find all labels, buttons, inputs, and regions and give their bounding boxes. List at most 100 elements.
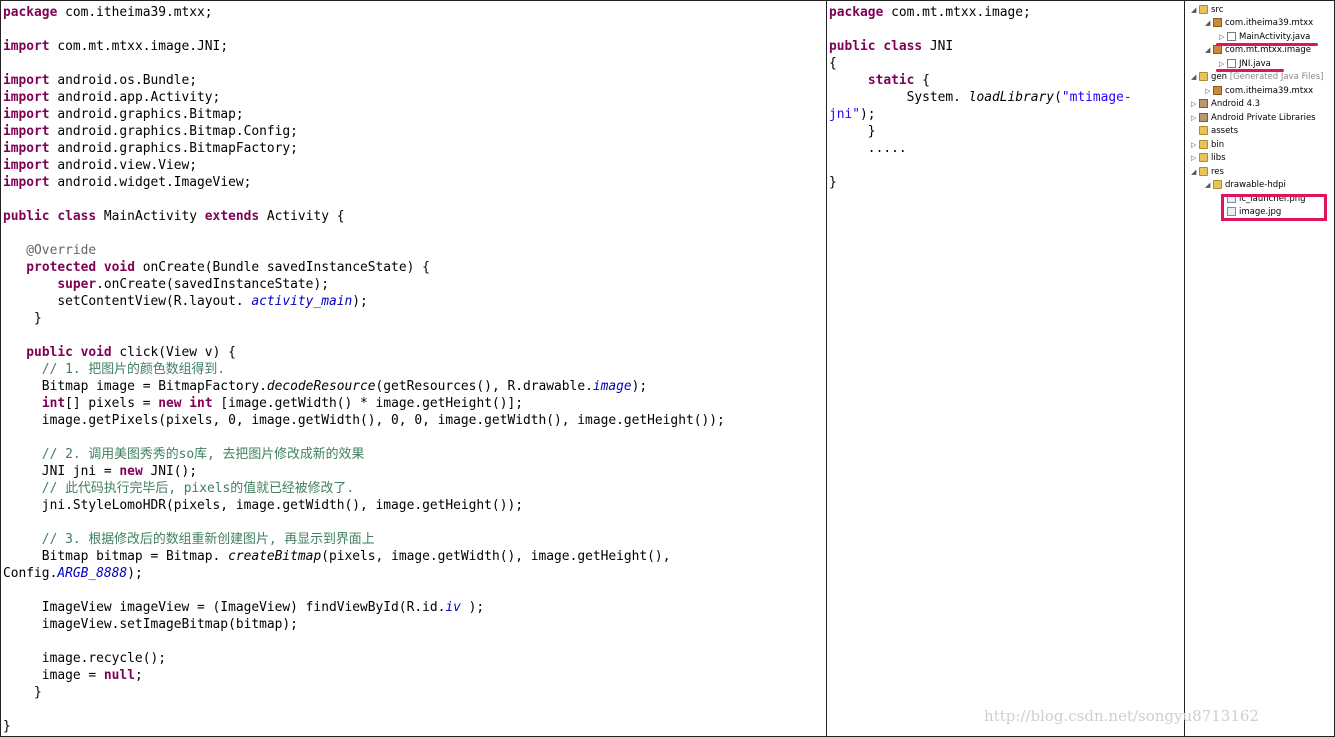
collapsed-arrow-icon[interactable]: ▷ bbox=[1191, 139, 1199, 152]
code-token: [] pixels = bbox=[65, 396, 159, 411]
code-token: android.app.Activity; bbox=[49, 90, 221, 105]
code-line: image.getPixels(pixels, 0, image.getWidt… bbox=[3, 412, 725, 429]
pkg-icon bbox=[1213, 45, 1222, 54]
code-line: image = null; bbox=[3, 667, 143, 684]
collapsed-arrow-icon[interactable]: ▷ bbox=[1191, 152, 1199, 165]
tree-item[interactable]: ▷ libs bbox=[1191, 152, 1226, 165]
code-token: ; bbox=[134, 668, 143, 683]
code-token: JNI(); bbox=[142, 464, 198, 479]
code-token: JNI jni = bbox=[3, 464, 120, 479]
code-token: @Override bbox=[3, 243, 97, 258]
tree-item[interactable]: assets bbox=[1191, 125, 1238, 138]
code-token: super bbox=[57, 277, 97, 292]
main-activity-editor[interactable]: package com.itheima39.mtxx; import com.mt… bbox=[0, 0, 827, 737]
code-line: import com.mt.mtxx.image.JNI; bbox=[3, 38, 228, 55]
code-token: MainActivity bbox=[96, 209, 205, 224]
tree-item[interactable]: ▷ Android 4.3 bbox=[1191, 98, 1260, 111]
code-line: // 3. 根据修改后的数组重新创建图片, 再显示到界面上 bbox=[3, 531, 375, 548]
code-token: import bbox=[3, 90, 50, 105]
code-line: System. loadLibrary("mtimage- bbox=[829, 89, 1132, 106]
collapsed-arrow-icon[interactable]: ▷ bbox=[1191, 98, 1199, 111]
code-token: android.graphics.Bitmap; bbox=[49, 107, 244, 122]
code-line: setContentView(R.layout. activity_main); bbox=[3, 293, 368, 310]
folder-icon bbox=[1199, 5, 1208, 14]
expanded-arrow-icon[interactable]: ◢ bbox=[1191, 166, 1199, 179]
code-token: int bbox=[41, 396, 66, 411]
code-line: jni"); bbox=[829, 106, 876, 123]
code-token: com.itheima39.mtxx; bbox=[57, 5, 213, 20]
code-token: // 3. 根据修改后的数组重新创建图片, 再显示到界面上 bbox=[3, 532, 375, 547]
code-token: } bbox=[3, 719, 11, 734]
expanded-arrow-icon[interactable]: ◢ bbox=[1205, 179, 1213, 192]
code-token: import bbox=[3, 175, 50, 190]
expanded-arrow-icon[interactable]: ◢ bbox=[1191, 4, 1199, 17]
code-line: ..... bbox=[829, 140, 907, 157]
code-line: jni.StyleLomoHDR(pixels, image.getWidth(… bbox=[3, 497, 523, 514]
code-token: ( bbox=[1054, 90, 1062, 105]
tree-item[interactable]: ▷ bin bbox=[1191, 139, 1224, 152]
tree-item[interactable]: ◢ res bbox=[1191, 166, 1224, 179]
expanded-arrow-icon[interactable]: ◢ bbox=[1205, 17, 1213, 30]
collapsed-arrow-icon[interactable]: ▷ bbox=[1205, 85, 1213, 98]
tree-item-label: Android Private Libraries bbox=[1211, 113, 1316, 123]
expanded-arrow-icon[interactable]: ◢ bbox=[1191, 71, 1199, 84]
tree-item-label: drawable-hdpi bbox=[1225, 180, 1286, 190]
code-token: import bbox=[3, 158, 50, 173]
tree-item[interactable]: ◢ drawable-hdpi bbox=[1205, 179, 1286, 192]
code-token: jni.StyleLomoHDR(pixels, image.getWidth(… bbox=[3, 498, 523, 513]
code-token: null bbox=[103, 668, 135, 683]
folder-icon bbox=[1199, 72, 1208, 81]
code-token: import bbox=[3, 124, 50, 139]
code-line: static { bbox=[829, 72, 930, 89]
tree-item-label: src bbox=[1211, 5, 1224, 15]
code-token: imageView.setImageBitmap(bitmap); bbox=[3, 617, 298, 632]
tree-item[interactable]: ◢ src bbox=[1191, 4, 1223, 17]
code-line: } bbox=[3, 718, 11, 735]
folder-icon bbox=[1213, 180, 1222, 189]
code-token: .onCreate(savedInstanceState); bbox=[96, 277, 329, 292]
tree-item[interactable]: ▷ com.itheima39.mtxx bbox=[1205, 85, 1313, 98]
package-explorer[interactable]: ◢ src ◢ com.itheima39.mtxx ▷ MainActivity.jav… bbox=[1184, 0, 1335, 737]
tree-item-label: com.mt.mtxx.image bbox=[1225, 45, 1312, 55]
code-token: createBitmap bbox=[228, 549, 322, 564]
expanded-arrow-icon[interactable]: ◢ bbox=[1205, 44, 1213, 57]
code-token: android.graphics.BitmapFactory; bbox=[49, 141, 298, 156]
code-token: iv bbox=[445, 600, 461, 615]
code-token: ); bbox=[352, 294, 368, 309]
java-icon bbox=[1227, 32, 1236, 41]
code-token: package bbox=[3, 5, 58, 20]
code-token: com.mt.mtxx.image.JNI; bbox=[49, 39, 229, 54]
code-token: image = bbox=[3, 668, 104, 683]
code-token: import bbox=[3, 141, 50, 156]
code-token: } bbox=[829, 124, 876, 139]
code-line: public class MainActivity extends Activi… bbox=[3, 208, 345, 225]
collapsed-arrow-icon[interactable]: ▷ bbox=[1191, 112, 1199, 125]
code-token: { bbox=[914, 73, 930, 88]
code-token: } bbox=[829, 175, 837, 190]
tree-item[interactable]: ◢ com.itheima39.mtxx bbox=[1205, 17, 1313, 30]
code-token: image.getPixels(pixels, 0, image.getWidt… bbox=[3, 413, 725, 428]
tree-item-label: bin bbox=[1211, 140, 1225, 150]
pkg-icon bbox=[1213, 18, 1222, 27]
highlight-underline-mainactivity bbox=[1216, 43, 1318, 46]
pkg-icon bbox=[1213, 86, 1222, 95]
code-line: import android.graphics.BitmapFactory; bbox=[3, 140, 298, 157]
jni-editor[interactable]: package com.mt.mtxx.image; public class J… bbox=[826, 0, 1185, 737]
highlight-underline-jni bbox=[1216, 69, 1284, 72]
tree-item-label: MainActivity.java bbox=[1239, 32, 1311, 42]
code-token: package bbox=[829, 5, 884, 20]
code-token: // 1. 把图片的颜色数组得到. bbox=[3, 362, 226, 377]
tree-item-label: JNI.java bbox=[1239, 59, 1271, 69]
code-token: JNI bbox=[922, 39, 954, 54]
code-token: ..... bbox=[829, 141, 907, 156]
tree-item[interactable]: ◢ gen [Generated Java Files] bbox=[1191, 71, 1323, 84]
tree-item[interactable]: ▷ Android Private Libraries bbox=[1191, 112, 1316, 125]
code-line: package com.mt.mtxx.image; bbox=[829, 4, 1031, 21]
code-token: activity_main bbox=[251, 294, 353, 309]
code-token: image.recycle(); bbox=[3, 651, 166, 666]
code-token: (getResources(), R.drawable. bbox=[375, 379, 593, 394]
code-line: // 2. 调用美图秀秀的so库, 去把图片修改成新的效果 bbox=[3, 446, 365, 463]
